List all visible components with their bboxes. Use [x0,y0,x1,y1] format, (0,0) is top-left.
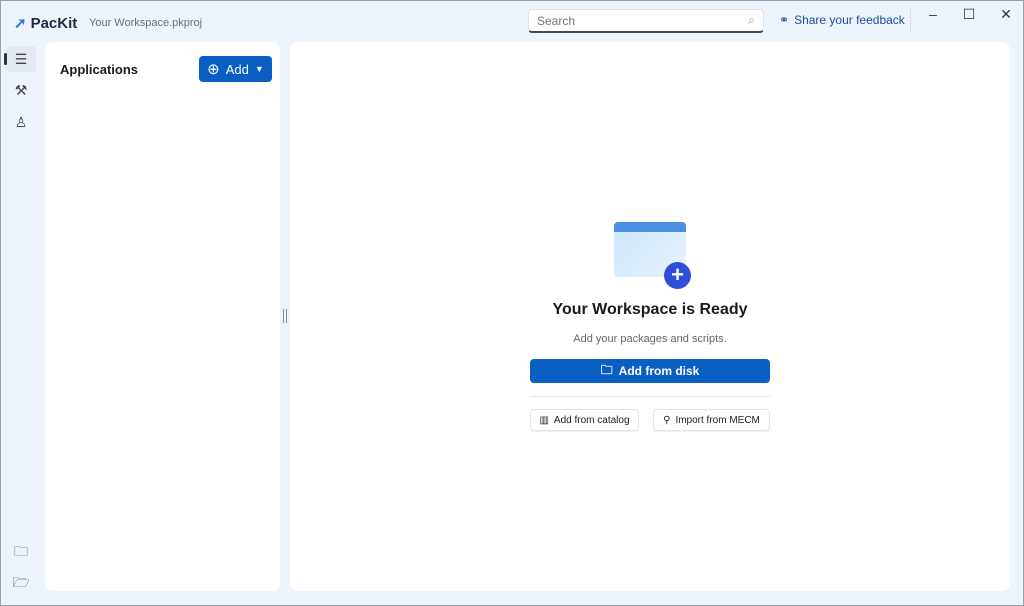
folder-open-icon: 🗁 [12,572,29,596]
chevron-down-icon: ▼ [255,64,264,74]
close-button[interactable]: ✕ [991,6,1021,24]
logo-icon: ➚ [14,14,27,32]
applications-panel [45,42,280,591]
search-input[interactable] [537,14,748,28]
panel-title: Applications [60,62,138,77]
nav-open-folder[interactable]: 🗁 [6,571,36,597]
add-from-disk-button[interactable]: 🗀Add from disk [530,359,770,383]
empty-title: Your Workspace is Ready [490,301,810,319]
app-logo: ➚PacKit [14,14,77,32]
splitter-handle[interactable] [283,309,287,323]
import-icon: ⚲ [663,415,670,426]
plus-circle-icon: ⊕ [207,60,220,78]
add-from-catalog-button[interactable]: ▥Add from catalog [530,409,639,431]
workspace-name: Your Workspace.pkproj [89,17,202,29]
active-indicator [4,53,7,65]
feedback-icon: ⚭ [779,13,789,27]
add-button[interactable]: ⊕Add▼ [199,56,272,82]
tools-icon: ⚒ [15,82,28,99]
library-icon: ▥ [539,415,548,426]
list-icon: ☰ [15,51,28,68]
search-box[interactable]: ⌕ [528,9,764,33]
plus-icon: + [664,262,691,289]
divider [530,396,770,397]
nav-tools[interactable]: ⚒ [6,77,36,103]
import-mecm-button[interactable]: ⚲Import from MECM [653,409,770,431]
maximize-button[interactable]: ☐ [954,6,984,24]
folder-settings-icon: 🗀 [14,541,28,565]
nav-new-folder[interactable]: 🗀 [6,540,36,566]
feedback-button[interactable]: ⚭Share your feedback [779,13,905,27]
nav-account[interactable]: ♙ [6,109,36,135]
divider [910,9,911,33]
minimize-button[interactable]: – [918,6,948,24]
folder-icon: 🗀 [601,361,613,382]
person-icon: ♙ [15,114,28,131]
empty-subtitle: Add your packages and scripts. [490,333,810,345]
nav-applications[interactable]: ☰ [6,46,36,72]
search-icon: ⌕ [748,13,755,28]
